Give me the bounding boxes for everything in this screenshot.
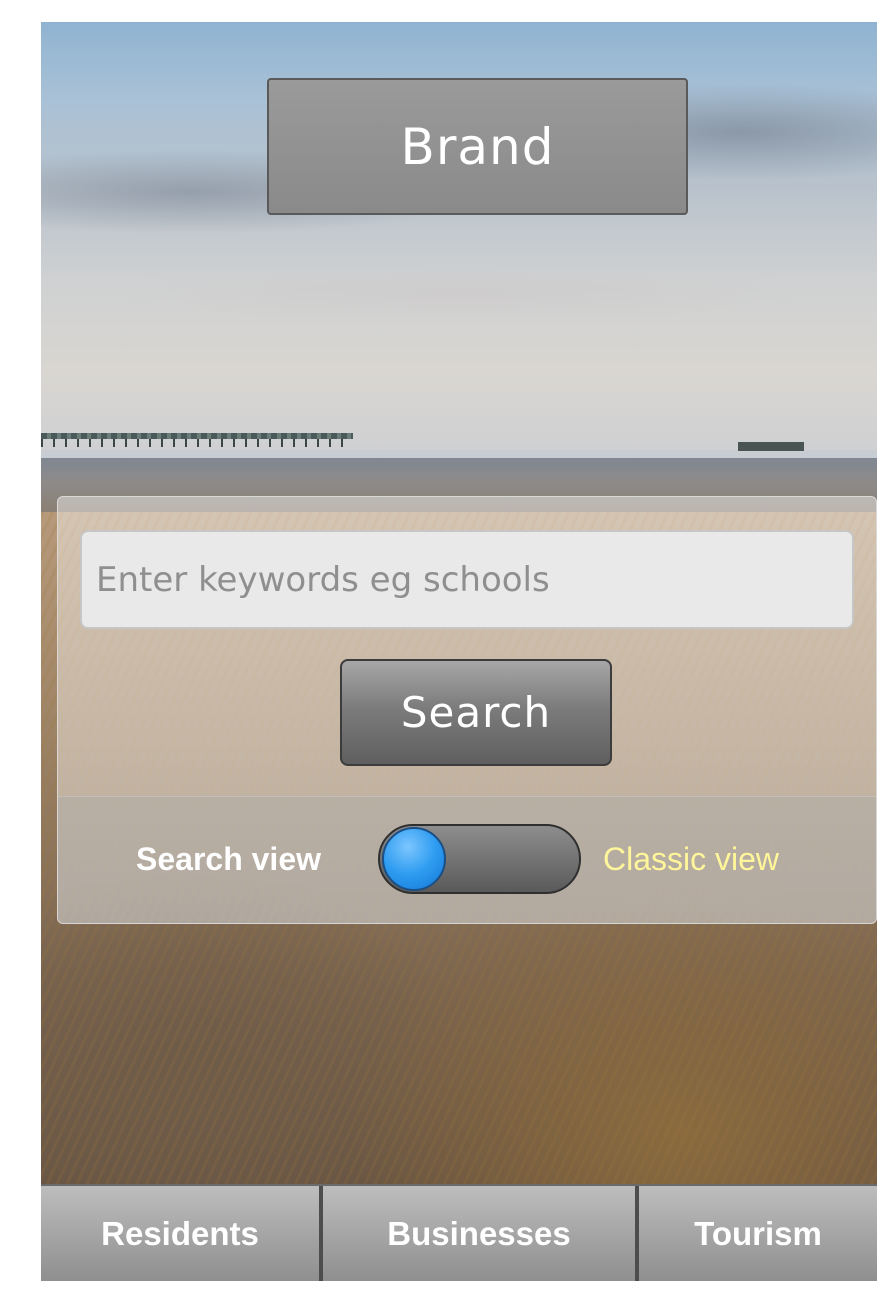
search-button[interactable]: Search (340, 659, 612, 766)
view-toggle-switch[interactable] (378, 824, 581, 894)
tab-tourism[interactable]: Tourism (635, 1186, 877, 1281)
search-panel: Search Search view Classic view (57, 496, 877, 924)
brand-logo: Brand (267, 78, 688, 215)
bottom-tab-bar: Residents Businesses Tourism (41, 1184, 877, 1281)
app-screen: Brand Search Search view Classic view Re… (41, 22, 877, 1281)
background-horizon (41, 450, 877, 458)
tab-businesses[interactable]: Businesses (319, 1186, 635, 1281)
view-toggle-row: Search view Classic view (58, 796, 876, 923)
background-boat (738, 442, 804, 451)
background-pier-legs (41, 439, 353, 447)
search-view-label: Search view (136, 841, 321, 877)
classic-view-label[interactable]: Classic view (603, 841, 779, 878)
search-input[interactable] (80, 530, 854, 629)
tab-residents[interactable]: Residents (41, 1186, 319, 1281)
toggle-knob[interactable] (382, 827, 446, 891)
